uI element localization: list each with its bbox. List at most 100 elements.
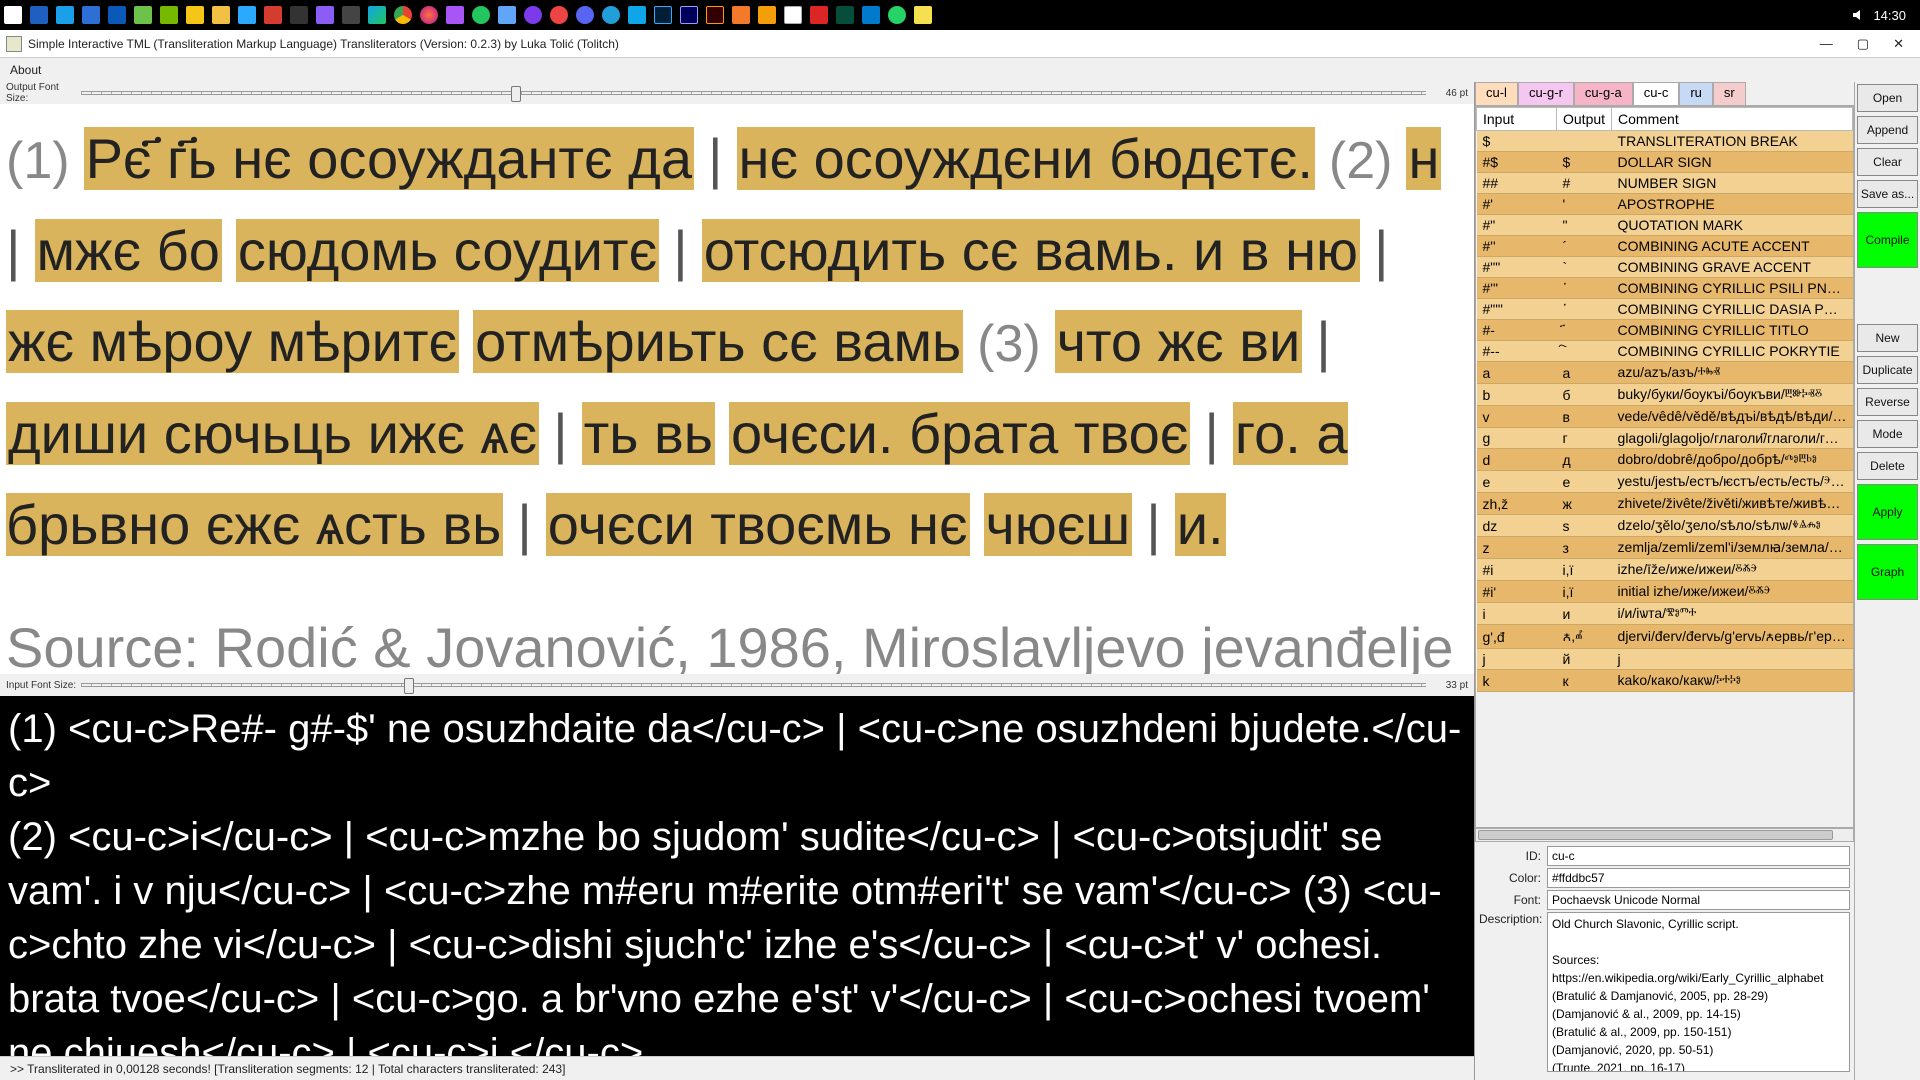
saveas-button[interactable]: Save as... (1857, 180, 1918, 208)
app-icon-1[interactable] (30, 6, 48, 24)
table-row[interactable]: #i'і,їinitial izhe/иже/ижеи/ⰻⰶⰵ (1477, 581, 1853, 603)
ae-icon[interactable] (680, 6, 698, 24)
th-input[interactable]: Input (1477, 108, 1557, 131)
table-row[interactable]: #''APOSTROPHE (1477, 194, 1853, 215)
app-icon-10[interactable] (264, 6, 282, 24)
th-comment[interactable]: Comment (1612, 108, 1853, 131)
explorer-icon[interactable] (212, 6, 230, 24)
firefox-icon[interactable] (420, 6, 438, 24)
app-icon-12[interactable] (316, 6, 334, 24)
table-row[interactable]: kкkako/како/какѡ/ⰽⰰⰽⱁ (1477, 670, 1853, 692)
desc-field[interactable] (1547, 912, 1850, 1072)
telegram-icon[interactable] (602, 6, 620, 24)
whatsapp-icon[interactable] (888, 6, 906, 24)
table-row[interactable]: dдdobro/dobrê/добро/добрѣ/ⰴⱁⰱⱃⱁ (1477, 449, 1853, 471)
app-icon-2[interactable] (56, 6, 74, 24)
app-icon-9[interactable] (238, 6, 256, 24)
table-row[interactable]: #--҇COMBINING CYRILLIC POKRYTIE (1477, 341, 1853, 362)
table-row[interactable]: #'"᾿COMBINING CYRILLIC PSILI PNEUMATA (1477, 278, 1853, 299)
tab-sr[interactable]: sr (1713, 82, 1746, 105)
tab-cu-l[interactable]: cu-l (1475, 82, 1518, 105)
table-row[interactable]: aаazu/azъ/азъ/ⰰⰸⱏ (1477, 362, 1853, 384)
app-icon-29[interactable] (758, 6, 776, 24)
app-icon-21[interactable] (550, 6, 568, 24)
start-icon[interactable] (4, 6, 22, 24)
chrome-icon[interactable] (394, 6, 412, 24)
delete-button[interactable]: Delete (1857, 452, 1918, 480)
open-button[interactable]: Open (1857, 84, 1918, 112)
table-row[interactable]: dzѕdzelo/ʒělo/ʒело/ѕѣло/ѕѣлѡ/ⰷⱑⰾⱁ (1477, 515, 1853, 537)
apply-button[interactable]: Apply (1857, 484, 1918, 540)
table-row[interactable]: gгglagoli/glagoljo/глаголи҃/глаголи/глаг… (1477, 428, 1853, 449)
app-icon-32[interactable] (836, 6, 854, 24)
table-row[interactable]: #"'"῾COMBINING CYRILLIC DASIA PNEUMATA (1477, 299, 1853, 320)
slider-thumb[interactable] (404, 678, 414, 694)
app-icon-19[interactable] (498, 6, 516, 24)
table-row[interactable]: $TRANSLITERATION BREAK (1477, 131, 1853, 152)
append-button[interactable]: Append (1857, 116, 1918, 144)
reverse-button[interactable]: Reverse (1857, 388, 1918, 416)
blender-icon[interactable] (732, 6, 750, 24)
compile-button[interactable]: Compile (1857, 212, 1918, 268)
table-row[interactable]: zзzemlja/zemli/zeml'i/землꙗ/земла/земли/ (1477, 537, 1853, 559)
taskbar-clock[interactable]: 14:30 (1841, 7, 1916, 23)
app-icon-17[interactable] (446, 6, 464, 24)
th-output[interactable]: Output (1557, 108, 1612, 131)
edge-icon[interactable] (368, 6, 386, 24)
new-button[interactable]: New (1857, 324, 1918, 352)
table-row[interactable]: vвvede/vêdê/vědě/вѣдъі/вѣдѣ/вѣди/ⰲⱑⰴⱑ (1477, 406, 1853, 428)
app-icon-18[interactable] (472, 6, 490, 24)
close-button[interactable]: ✕ (1893, 36, 1904, 52)
tab-ru[interactable]: ru (1679, 82, 1713, 105)
table-row[interactable]: #""`COMBINING GRAVE ACCENT (1477, 257, 1853, 278)
table-row[interactable]: #''´COMBINING ACUTE ACCENT (1477, 236, 1853, 257)
table-row[interactable]: g',đꙉ,ⰼdjervi/đerv/đervь/g'ervь/ꙉервь/г'… (1477, 625, 1853, 649)
input-font-slider[interactable] (81, 683, 1426, 687)
color-field[interactable] (1547, 868, 1850, 888)
app-icon-31[interactable] (810, 6, 828, 24)
translit-table-wrap[interactable]: Input Output Comment $TRANSLITERATION BR… (1475, 106, 1854, 828)
table-row[interactable]: #""QUOTATION MARK (1477, 215, 1853, 236)
table-row[interactable]: jйj (1477, 649, 1853, 670)
maximize-button[interactable]: ▢ (1857, 36, 1869, 52)
app-icon-7[interactable] (186, 6, 204, 24)
graph-button[interactable]: Graph (1857, 544, 1918, 600)
output-pane[interactable]: (1) Рє҃ г҃ь нє осоуждантє да | нє осоужд… (0, 104, 1474, 674)
clear-button[interactable]: Clear (1857, 148, 1918, 176)
app-icon-5[interactable] (134, 6, 152, 24)
discord-icon[interactable] (576, 6, 594, 24)
table-h-scrollbar[interactable] (1475, 828, 1854, 842)
tab-cu-c[interactable]: cu-c (1633, 82, 1680, 105)
output-font-slider[interactable] (81, 91, 1426, 95)
table-row[interactable]: #-҃COMBINING CYRILLIC TITLO (1477, 320, 1853, 341)
table-row[interactable]: eеyestu/jestъ/естъ/ѥстъ/есть/есть/ⰵⱄⱅⱏ (1477, 471, 1853, 493)
duplicate-button[interactable]: Duplicate (1857, 356, 1918, 384)
ps-icon[interactable] (654, 6, 672, 24)
app-icon-13[interactable] (342, 6, 360, 24)
app-icon-30[interactable] (784, 6, 802, 24)
menu-about[interactable]: About (10, 63, 41, 77)
table-row[interactable]: #$$DOLLAR SIGN (1477, 152, 1853, 173)
ai-icon[interactable] (706, 6, 724, 24)
app-icon-6[interactable] (160, 6, 178, 24)
app-icon-4[interactable] (108, 6, 126, 24)
tab-cu-g-r[interactable]: cu-g-r (1518, 82, 1574, 105)
vscode-icon[interactable] (862, 6, 880, 24)
table-row[interactable]: bбbuky/буки/боукъі/боукъви/ⰱⱆⰽⱏⰻ (1477, 384, 1853, 406)
tab-cu-g-a[interactable]: cu-g-a (1574, 82, 1633, 105)
mode-button[interactable]: Mode (1857, 420, 1918, 448)
app-icon-11[interactable] (290, 6, 308, 24)
id-field[interactable] (1547, 846, 1850, 866)
current-app-icon[interactable] (914, 6, 932, 24)
input-pane[interactable]: (1) <cu-c>Re#- g#-$' ne osuzhdaite da</c… (0, 696, 1474, 1056)
font-field[interactable] (1547, 890, 1850, 910)
app-icon-3[interactable] (82, 6, 100, 24)
table-row[interactable]: ###NUMBER SIGN (1477, 173, 1853, 194)
viber-icon[interactable] (524, 6, 542, 24)
slider-thumb[interactable] (511, 86, 521, 102)
table-row[interactable]: iиi/и/іѡта/ⰺⱁⱅⰰ (1477, 603, 1853, 625)
table-row[interactable]: #iі,їizhe/īže/иже/ижеи/ⰻⰶⰵ (1477, 559, 1853, 581)
table-row[interactable]: zh,žжzhivete/živête/živěti/живѣте/живѣти… (1477, 493, 1853, 515)
app-icon-24[interactable] (628, 6, 646, 24)
minimize-button[interactable]: — (1820, 36, 1833, 52)
